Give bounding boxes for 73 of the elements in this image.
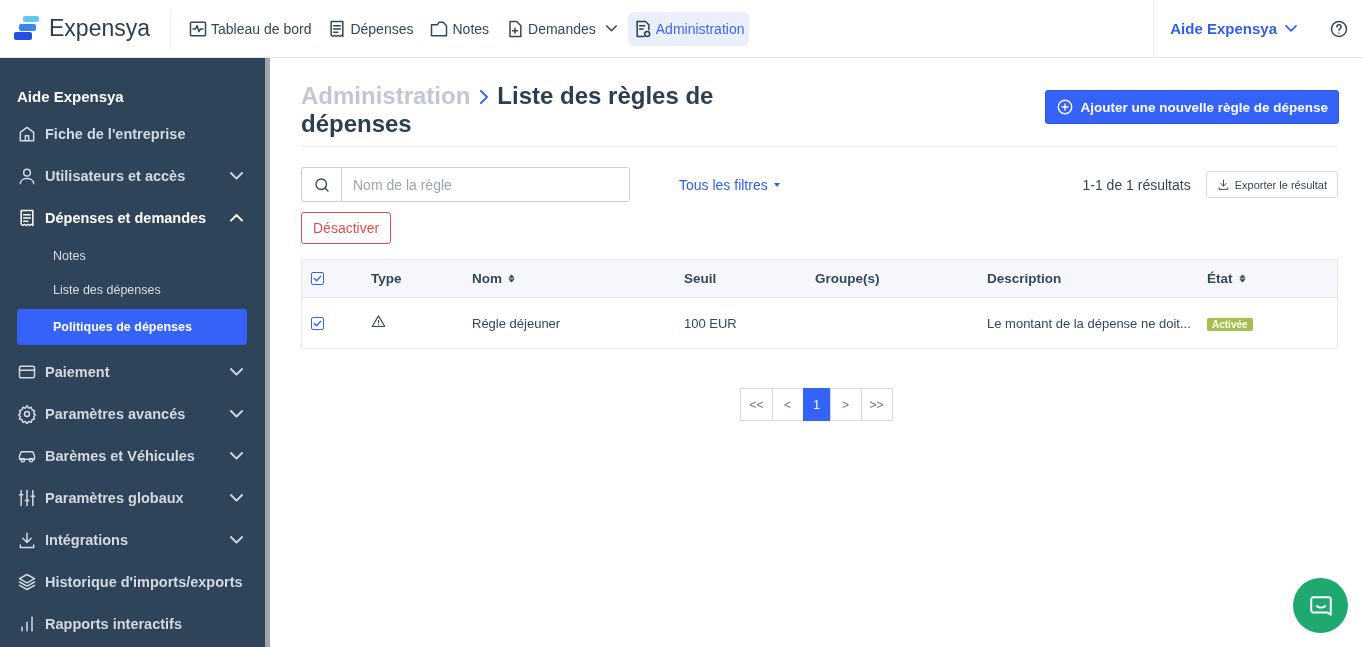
pagination-button[interactable]: > <box>829 388 862 421</box>
column-header[interactable]: Description <box>987 271 1062 286</box>
table-cell: Régle déjeuner <box>472 315 561 331</box>
caret-icon <box>773 182 780 187</box>
sort-icon <box>506 272 517 285</box>
chat-button[interactable] <box>1293 578 1348 633</box>
add-rule-button[interactable]: Ajouter une nouvelle règle de dépense <box>1045 90 1339 124</box>
column-header[interactable]: Seuil <box>684 271 717 286</box>
results-count: 1-1 de 1 résultats <box>1082 176 1191 193</box>
column-header[interactable]: Groupe(s) <box>815 271 880 286</box>
filters-dropdown[interactable]: Tous les filtres <box>673 175 786 194</box>
sidebar-item[interactable]: Barèmes et Véhicules <box>17 435 247 477</box>
column-header[interactable]: Nom <box>472 271 517 286</box>
sliders-icon <box>17 488 37 508</box>
nav-tab[interactable]: Dépenses <box>322 11 419 46</box>
sidebar-item[interactable]: Rapports interactifs <box>17 603 247 645</box>
warning-icon <box>371 314 386 329</box>
search-icon <box>312 175 331 194</box>
search-field[interactable]: Nom de la règle <box>301 167 630 202</box>
pagination-button[interactable]: < <box>771 388 804 421</box>
check-icon <box>312 273 323 284</box>
chevron-down-icon <box>230 172 243 180</box>
nav-tab[interactable]: Demandes <box>500 11 622 46</box>
chevron-down-icon <box>230 452 243 460</box>
checkbox[interactable] <box>311 316 324 330</box>
download-icon <box>1216 178 1230 191</box>
sidebar-item[interactable]: Paramètres avancés <box>17 393 247 435</box>
pagination-button[interactable]: >> <box>860 388 893 421</box>
user-icon <box>17 166 37 186</box>
sidebar-item[interactable]: Fiche de l'entreprise <box>17 113 247 155</box>
sidebar-subitem[interactable]: Liste des dépenses <box>17 273 247 307</box>
plus-circle-icon <box>1056 98 1075 116</box>
home-icon <box>17 124 37 144</box>
sidebar-subitem[interactable]: Politiques de dépenses <box>17 309 247 345</box>
chevron-down-icon <box>230 368 243 376</box>
sidebar-title: Aide Expensya <box>17 88 125 105</box>
receipt-icon <box>17 208 37 228</box>
nav-tab[interactable]: Notes <box>424 11 495 46</box>
chevron-down-icon <box>230 494 243 502</box>
chevron-down-icon <box>1285 25 1297 32</box>
nav-tab[interactable]: Administration <box>627 11 750 46</box>
deactivate-button[interactable]: Désactiver <box>301 212 392 244</box>
sidebar-item[interactable]: Intégrations <box>17 519 247 561</box>
chevron-down-icon <box>605 25 617 32</box>
download-icon <box>17 530 37 550</box>
help-icon[interactable] <box>1329 18 1349 39</box>
logo-text: Expensya <box>49 15 150 42</box>
sidebar-item[interactable]: Paiement <box>17 351 247 393</box>
column-header[interactable]: État <box>1207 271 1248 286</box>
export-button[interactable]: Exporter le résultat <box>1205 171 1338 198</box>
table-cell: 100 EUR <box>684 315 737 331</box>
table-cell: Le montant de la dépense ne doit... <box>987 315 1191 331</box>
nav-tab[interactable]: Tableau de bord <box>183 11 317 46</box>
pagination-button[interactable]: 1 <box>802 388 831 421</box>
sidebar-item[interactable]: Utilisateurs et accès <box>17 155 247 197</box>
layers-icon <box>17 572 37 592</box>
status-badge: Activée <box>1207 317 1253 331</box>
settings-icon <box>17 404 37 424</box>
user-menu[interactable]: Aide Expensya <box>1153 0 1307 58</box>
pagination-button[interactable]: << <box>740 388 773 421</box>
sidebar-item[interactable]: Historique d'imports/exports <box>17 561 247 603</box>
chevron-down-icon <box>230 536 243 544</box>
sidebar-item[interactable]: Dépenses et demandes <box>17 197 247 239</box>
page-heading: Administration Liste des règles de dépenses <box>301 82 715 138</box>
sidebar-item[interactable]: Paramètres globaux <box>17 477 247 519</box>
chevron-right-icon <box>480 89 489 104</box>
chevron-down-icon <box>230 410 243 418</box>
sidebar-subitem[interactable]: Notes <box>17 239 247 273</box>
column-header[interactable]: Type <box>371 271 402 286</box>
card-icon <box>17 362 37 382</box>
chevron-up-icon <box>230 214 243 222</box>
checkbox[interactable] <box>311 272 324 285</box>
logo-icon <box>14 16 41 41</box>
